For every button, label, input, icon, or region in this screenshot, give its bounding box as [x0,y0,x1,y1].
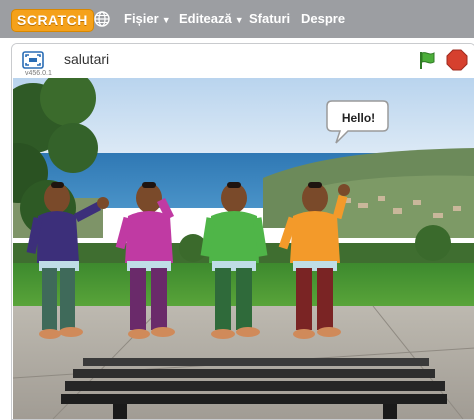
project-title[interactable]: salutari [64,51,109,67]
green-flag-icon[interactable] [416,49,438,71]
scratch-logo[interactable]: SCRATCH [11,9,94,32]
menu-about[interactable]: Despre [301,10,345,28]
stage-canvas[interactable]: Hello! [13,78,474,419]
version-label: v456.0.1 [25,70,52,77]
globe-icon[interactable] [94,11,110,27]
menu-bar: SCRATCH Fișier ▼ Editează ▼ Sfaturi Despre [0,0,474,38]
caret-down-icon: ▼ [234,15,244,25]
bench [61,358,447,419]
menu-tips[interactable]: Sfaturi [249,10,290,28]
stage-panel: salutari v456.0.1 Hello! [11,43,474,420]
menu-file[interactable]: Fișier ▼ [124,10,171,29]
sprite-boy-4[interactable] [278,182,350,339]
sprite-boy-2[interactable] [115,182,175,339]
stage-header: salutari v456.0.1 [12,44,474,77]
sprite-boy-3[interactable] [200,182,268,339]
fullscreen-icon[interactable] [22,51,44,69]
stop-icon[interactable] [446,49,468,71]
caret-down-icon: ▼ [161,15,171,25]
sprite-boy-1[interactable] [26,182,109,339]
menu-edit[interactable]: Editează ▼ [179,10,244,29]
speech-text: Hello! [341,111,376,125]
sprites-layer [26,182,447,419]
